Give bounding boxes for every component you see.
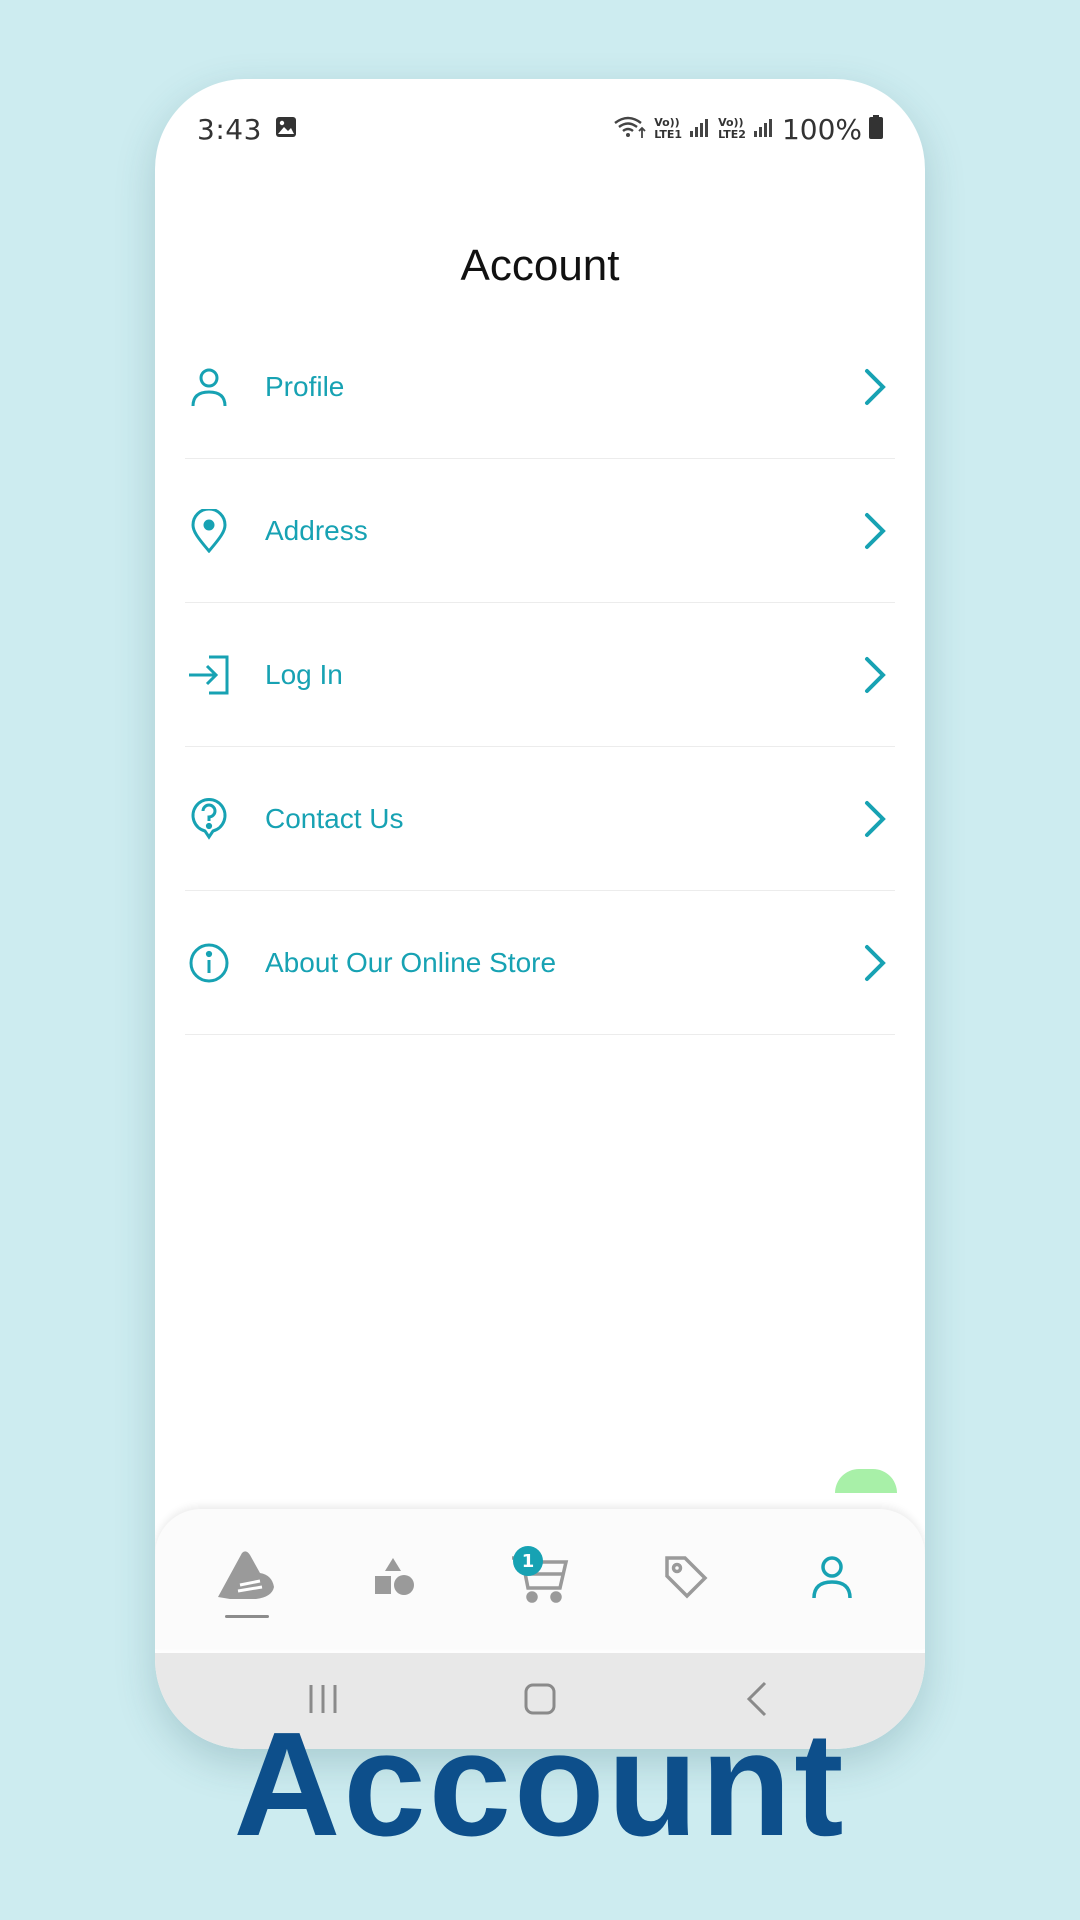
nav-categories[interactable] bbox=[349, 1534, 439, 1624]
chevron-right-icon bbox=[855, 939, 895, 987]
menu-label-contact-us: Contact Us bbox=[265, 802, 404, 834]
network-lte1: Vo)) LTE1 bbox=[654, 117, 682, 141]
wifi-icon bbox=[613, 114, 647, 144]
page-title: Account bbox=[460, 241, 620, 290]
signal-icon bbox=[753, 116, 775, 142]
location-pin-icon bbox=[185, 507, 233, 555]
floating-button-edge[interactable] bbox=[835, 1469, 897, 1493]
chevron-right-icon bbox=[855, 507, 895, 555]
menu-item-profile[interactable]: Profile bbox=[185, 315, 895, 459]
status-right: Vo)) LTE1 Vo)) LTE2 100% bbox=[613, 113, 883, 146]
login-icon bbox=[185, 651, 233, 699]
battery-icon bbox=[869, 115, 883, 143]
person-icon bbox=[185, 363, 233, 411]
battery-percent: 100% bbox=[781, 112, 862, 146]
phone-frame: 3:43 Vo)) LTE1 Vo)) LTE2 100% Account Pr… bbox=[155, 79, 925, 1749]
nav-home[interactable] bbox=[203, 1534, 293, 1624]
status-left: 3:43 bbox=[197, 113, 298, 146]
status-time: 3:43 bbox=[197, 112, 262, 146]
menu-item-about[interactable]: About Our Online Store bbox=[185, 891, 895, 1035]
chevron-right-icon bbox=[855, 651, 895, 699]
menu-item-address[interactable]: Address bbox=[185, 459, 895, 603]
help-icon bbox=[185, 795, 233, 843]
signal-icon bbox=[689, 116, 711, 142]
menu-label-profile: Profile bbox=[265, 370, 345, 402]
status-bar: 3:43 Vo)) LTE1 Vo)) LTE2 100% bbox=[155, 79, 925, 159]
info-icon bbox=[185, 939, 233, 987]
menu-item-contact-us[interactable]: Contact Us bbox=[185, 747, 895, 891]
nav-offers[interactable] bbox=[641, 1534, 731, 1624]
banner-caption: Account bbox=[233, 1702, 847, 1867]
nav-home-underline bbox=[225, 1615, 269, 1618]
chevron-right-icon bbox=[855, 363, 895, 411]
menu-label-login: Log In bbox=[265, 658, 343, 690]
network-lte1-label: LTE1 bbox=[654, 128, 683, 141]
tag-icon bbox=[663, 1554, 709, 1604]
home-logo-icon bbox=[216, 1547, 280, 1611]
account-menu: Profile Address Log In Contact Us About … bbox=[185, 315, 895, 1035]
menu-label-address: Address bbox=[265, 514, 368, 546]
network-lte2: Vo)) LTE2 bbox=[718, 117, 746, 141]
nav-cart[interactable]: 1 bbox=[495, 1534, 585, 1624]
cart-badge: 1 bbox=[513, 1546, 543, 1576]
bottom-nav: 1 bbox=[155, 1509, 925, 1649]
network-lte2-label: LTE2 bbox=[718, 128, 746, 141]
menu-label-about: About Our Online Store bbox=[265, 946, 557, 978]
menu-item-login[interactable]: Log In bbox=[185, 603, 895, 747]
nav-account[interactable] bbox=[787, 1534, 877, 1624]
account-icon bbox=[808, 1553, 856, 1605]
categories-icon bbox=[373, 1556, 415, 1602]
gallery-notification-icon bbox=[274, 115, 298, 143]
chevron-right-icon bbox=[855, 795, 895, 843]
